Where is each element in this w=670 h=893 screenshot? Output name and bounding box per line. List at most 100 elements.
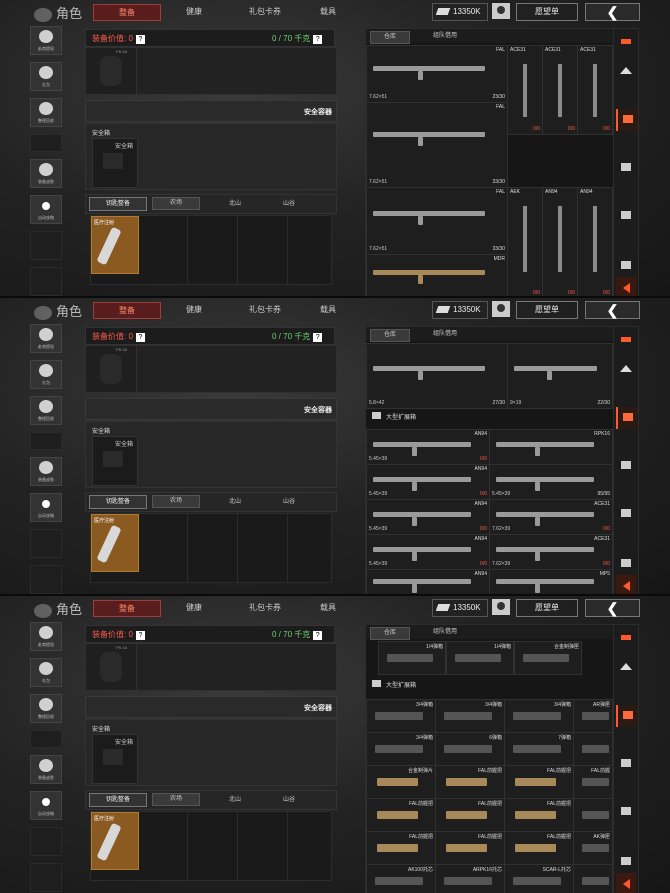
sidebar-withdraw-button[interactable]: 赴商提现	[30, 622, 62, 651]
back-button[interactable]: ❮	[585, 301, 640, 319]
stash-item[interactable]: AN94 5.45×39 0/0	[366, 499, 490, 535]
help-icon[interactable]: ?	[135, 631, 145, 640]
stash-category-button[interactable]	[616, 157, 636, 179]
stash-item[interactable]: RPK16	[489, 429, 613, 465]
collapse-button[interactable]	[616, 873, 636, 893]
stash-item[interactable]: 合金制弹片	[366, 765, 436, 799]
map-tab-farm[interactable]: 农场	[152, 793, 200, 806]
item-card[interactable]: 医疗注射	[91, 216, 139, 274]
sidebar-gift-button[interactable]: 礼包	[30, 360, 62, 389]
sidebar-skin-button[interactable]: 装备皮肤	[30, 159, 62, 188]
help-icon[interactable]: ?	[313, 333, 323, 342]
home-button[interactable]	[616, 61, 636, 83]
stash-item[interactable]: 3/4弹箱	[435, 699, 505, 733]
tab-health[interactable]: 健康	[164, 4, 224, 19]
stash-item[interactable]: ACE31 7.62×39 0/0	[489, 499, 613, 535]
stash-item[interactable]: ACE31 7.62×39 0/0	[489, 534, 613, 570]
map-tab-north-mountain[interactable]: 北山	[212, 794, 258, 803]
stash-item[interactable]: AN94 0/0	[577, 187, 613, 296]
safe-box-slot[interactable]: 安全箱	[92, 138, 138, 188]
stash-item[interactable]: FAL 7.62×51 23/30	[366, 45, 508, 103]
stash-item[interactable]: ACE31 0/0	[577, 45, 613, 135]
map-tab-valley[interactable]: 山谷	[266, 496, 312, 505]
sidebar-skin-button[interactable]: 装备皮肤	[30, 755, 62, 784]
stash-item[interactable]: ACE31 0/0	[542, 45, 578, 135]
help-icon[interactable]: ?	[135, 333, 145, 342]
map-tab-north-mountain[interactable]: 北山	[212, 496, 258, 505]
tab-team-borrow[interactable]: 组队借用	[414, 329, 476, 340]
tab-stash[interactable]: 仓库	[370, 627, 410, 640]
sort-button[interactable]	[616, 629, 636, 651]
stash-category-button[interactable]	[616, 503, 636, 525]
stash-item[interactable]: 合金制弹匣	[514, 641, 582, 675]
stash-item[interactable]: AN94	[366, 569, 490, 594]
sidebar-skin-button[interactable]: 装备皮肤	[30, 457, 62, 486]
sidebar-withdraw-button[interactable]: 赴商提现	[30, 26, 62, 55]
stash-category-button[interactable]	[616, 455, 636, 477]
stash-item[interactable]: AK100托芯	[366, 864, 436, 893]
sidebar-auto-button[interactable]: 自动攻略	[30, 791, 62, 820]
stash-item[interactable]: FAL 7.62×51 33/30	[366, 187, 508, 255]
map-tab-farm[interactable]: 农场	[152, 197, 200, 210]
key-prepare-button[interactable]: 钥匙整备	[89, 197, 147, 211]
collapse-button[interactable]	[616, 575, 636, 594]
stash-item[interactable]: FAL前握把	[366, 831, 436, 865]
tab-gift-cards[interactable]: 礼包卡券	[230, 4, 300, 19]
stash-item[interactable]: 3/4弹箱	[504, 699, 574, 733]
tab-vehicles[interactable]: 载具	[300, 600, 356, 615]
stash-item[interactable]: 3/4弹箱	[366, 732, 436, 766]
map-tab-valley[interactable]: 山谷	[266, 198, 312, 207]
stash-item[interactable]: SCAR-L托芯	[504, 864, 574, 893]
key-prepare-button[interactable]: 钥匙整备	[89, 495, 147, 509]
stash-category-button[interactable]	[616, 851, 636, 873]
tab-vehicles[interactable]: 载具	[300, 302, 356, 317]
stash-item[interactable]: 9×19 22/30	[507, 343, 613, 409]
sidebar-recycle-button[interactable]: 整理回收	[30, 98, 62, 127]
help-icon[interactable]: ?	[313, 35, 323, 44]
stash-item[interactable]: AN94 5.45×39 0/0	[366, 464, 490, 500]
key-prepare-button[interactable]: 钥匙整备	[89, 793, 147, 807]
tab-gift-cards[interactable]: 礼包卡券	[230, 302, 300, 317]
map-tab-farm[interactable]: 农场	[152, 495, 200, 508]
armor-slot[interactable]: PB 6A	[85, 643, 137, 691]
item-card[interactable]: 医疗注射	[91, 514, 139, 572]
tab-prepare[interactable]: 整备	[93, 4, 161, 21]
stash-category-button[interactable]	[616, 705, 638, 727]
stash-item[interactable]	[573, 864, 613, 893]
tab-health[interactable]: 健康	[164, 302, 224, 317]
stash-item[interactable]: FAL前握把	[435, 798, 505, 832]
stash-item[interactable]: AR弹匣	[573, 699, 613, 733]
currency-display[interactable]: 13350K	[432, 3, 488, 21]
map-tab-valley[interactable]: 山谷	[266, 794, 312, 803]
sort-button[interactable]	[616, 331, 636, 353]
armor-slot[interactable]: PB 6A	[85, 47, 137, 95]
wishlist-button[interactable]: 愿望单	[516, 301, 578, 319]
armor-slot[interactable]: PB 6A	[85, 345, 137, 393]
currency-display[interactable]: 13350K	[432, 599, 488, 617]
stash-item[interactable]: FAL前握	[573, 765, 613, 799]
stash-item[interactable]: 1/4弹箱	[446, 641, 514, 675]
stash-item[interactable]: AEK 0/0	[507, 187, 543, 296]
stash-category-button[interactable]	[616, 109, 638, 131]
stash-item[interactable]: FAL前握把	[366, 798, 436, 832]
stash-category-button[interactable]	[616, 801, 636, 823]
tab-vehicles[interactable]: 载具	[300, 4, 356, 19]
collapse-button[interactable]	[616, 277, 636, 296]
home-button[interactable]	[616, 657, 636, 679]
stash-item[interactable]: FAL前握把	[504, 765, 574, 799]
stash-item[interactable]: AK弹匣	[573, 831, 613, 865]
stash-item[interactable]: 3/4弹箱	[366, 699, 436, 733]
tab-team-borrow[interactable]: 组队借用	[414, 627, 476, 638]
stash-item[interactable]	[573, 798, 613, 832]
sidebar-withdraw-button[interactable]: 赴商提现	[30, 324, 62, 353]
stash-item[interactable]: FAL前握把	[435, 765, 505, 799]
stash-category-button[interactable]	[616, 407, 638, 429]
profile-icon[interactable]	[492, 301, 510, 317]
help-icon[interactable]: ?	[135, 35, 145, 44]
wishlist-button[interactable]: 愿望单	[516, 3, 578, 21]
stash-item[interactable]: FAL 7.62×51 33/30	[366, 102, 508, 188]
sidebar-auto-button[interactable]: 自动攻略	[30, 195, 62, 224]
stash-category-button[interactable]	[616, 205, 636, 227]
tab-prepare[interactable]: 整备	[93, 600, 161, 617]
profile-icon[interactable]	[492, 599, 510, 615]
